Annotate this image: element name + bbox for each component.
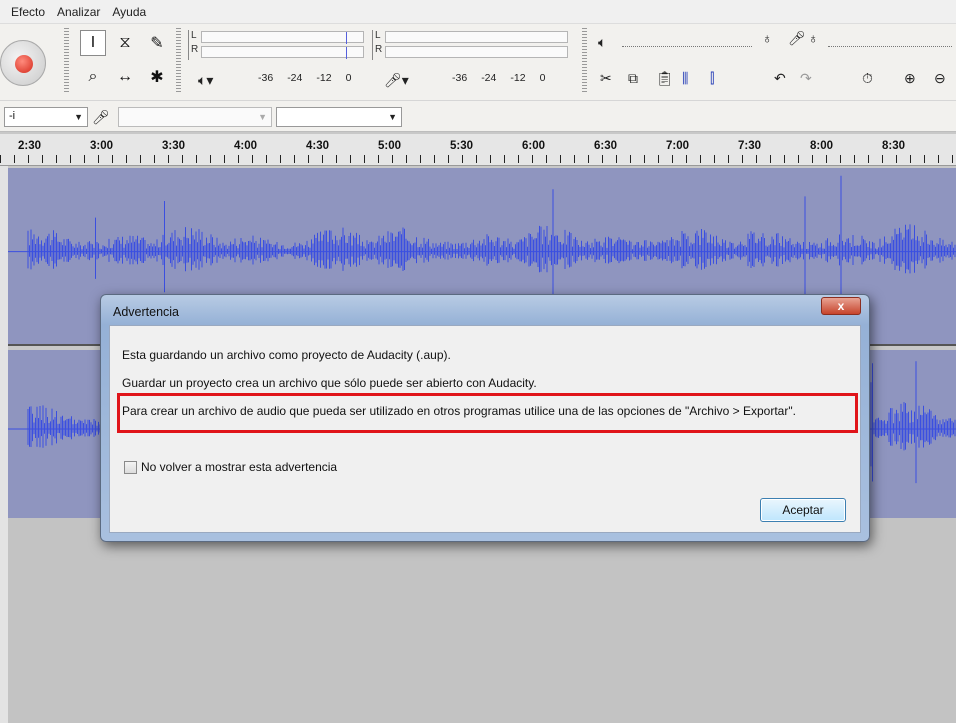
input-volume-icon: ♁: [762, 30, 773, 46]
dont-show-again-label: No volver a mostrar esta advertencia: [141, 460, 338, 474]
timeline-label: 8:30: [882, 140, 906, 152]
undo-icon[interactable]: ↶: [774, 70, 786, 87]
menu-analizar[interactable]: Analizar: [54, 3, 103, 21]
timeline-label: 5:30: [450, 140, 474, 152]
copy-icon[interactable]: ⧉: [628, 70, 638, 87]
meter-left-label: L: [375, 30, 381, 41]
dialog-message-line1: Esta guardando un archivo como proyecto …: [122, 348, 451, 362]
microphone-icon: 🎤︎: [92, 109, 110, 125]
close-button[interactable]: x: [821, 297, 861, 315]
meter-right-label: R: [191, 44, 199, 55]
meter-left-label: L: [191, 30, 197, 41]
paste-icon[interactable]: 📋︎: [656, 70, 674, 87]
meter-bar-left: [201, 31, 364, 44]
chevron-down-icon: ▼: [74, 112, 83, 122]
output-volume-icon: 🔈︎: [598, 34, 607, 50]
meter-bar-right: [201, 46, 364, 59]
host-select-value: -i: [9, 110, 16, 122]
playback-meter[interactable]: L R: [188, 30, 364, 60]
dont-show-again-row[interactable]: No volver a mostrar esta advertencia: [124, 460, 337, 474]
dialog-message-line2: Guardar un proyecto crea un archivo que …: [122, 376, 537, 390]
record-meter-scale: -36 -24 -12 0: [452, 72, 546, 84]
zoom-out-icon[interactable]: ⊖: [934, 70, 946, 87]
timeline-ruler[interactable]: 2:30 3:00 3:30 4:00 4:30 5:00 5:30 6:00 …: [0, 134, 956, 166]
input-device-select[interactable]: ▼: [118, 107, 272, 127]
speed-icon: ♁: [808, 30, 819, 46]
redo-icon[interactable]: ↷: [800, 70, 812, 87]
dialog-message-line3: Para crear un archivo de audio que pueda…: [122, 404, 796, 418]
speaker-icon[interactable]: 🔈︎▾: [198, 72, 213, 89]
toolbar-grip[interactable]: [64, 28, 69, 94]
ok-button[interactable]: Aceptar: [760, 498, 846, 522]
menu-ayuda[interactable]: Ayuda: [109, 3, 149, 21]
timeline-label: 7:00: [666, 140, 690, 152]
dialog-title: Advertencia: [113, 305, 180, 319]
zoom-tool-icon[interactable]: ⌕: [80, 64, 106, 90]
warning-dialog: Advertencia x Esta guardando un archivo …: [100, 294, 870, 542]
menu-efecto[interactable]: Efecto: [8, 3, 48, 21]
channels-select[interactable]: ▼: [276, 107, 402, 127]
meter-bar-right: [385, 46, 568, 58]
multi-tool-icon[interactable]: ✱: [144, 64, 170, 90]
draw-tool-icon[interactable]: ✎: [144, 30, 170, 56]
chevron-down-icon: ▼: [258, 112, 267, 122]
timeline-label: 3:00: [90, 140, 114, 152]
microphone-icon[interactable]: 🎤︎▾: [384, 72, 409, 89]
cut-icon[interactable]: ✂: [600, 70, 612, 87]
waveform-path: [27, 175, 956, 313]
record-button[interactable]: [0, 40, 46, 86]
toolbar-grip[interactable]: [582, 28, 587, 94]
sync-lock-icon[interactable]: ⏱︎: [862, 70, 873, 87]
timeline-label: 2:30: [18, 140, 42, 152]
meter-right-label: R: [375, 44, 383, 55]
microphone-icon: 🎤︎: [788, 30, 806, 46]
playback-meter-scale: -36 -24 -12 0: [258, 72, 352, 84]
timeline-label: 4:30: [306, 140, 330, 152]
timeline-label: 6:00: [522, 140, 546, 152]
toolbar-grip[interactable]: [176, 28, 181, 94]
selection-tool-icon[interactable]: I: [80, 30, 106, 56]
timeline-label: 8:00: [810, 140, 834, 152]
host-select[interactable]: -i ▼: [4, 107, 88, 127]
trim-icon[interactable]: ⫼: [682, 70, 688, 87]
timeline-label: 3:30: [162, 140, 186, 152]
empty-track-area[interactable]: [8, 518, 956, 723]
record-icon: [15, 55, 33, 73]
chevron-down-icon: ▼: [388, 112, 397, 122]
silence-icon[interactable]: ⫿: [710, 70, 714, 87]
timeline-ticks: [0, 155, 956, 163]
track-left-edge: [0, 166, 8, 723]
timeline-label: 6:30: [594, 140, 618, 152]
menu-bar: Efecto Analizar Ayuda: [0, 0, 956, 24]
record-meter[interactable]: L R: [372, 30, 568, 60]
zoom-in-icon[interactable]: ⊕: [904, 70, 916, 87]
toolbar: I ⧖ ✎ ⌕ ↔ ✱ L R 🔈︎▾ -36 -24 -12 0 L R 🎤︎…: [0, 24, 956, 100]
timeline-label: 5:00: [378, 140, 402, 152]
input-volume-slider[interactable]: [828, 46, 952, 47]
timeline-label: 7:30: [738, 140, 762, 152]
dialog-body: Esta guardando un archivo como proyecto …: [109, 325, 861, 533]
timeshift-tool-icon[interactable]: ↔: [112, 64, 138, 90]
envelope-tool-icon[interactable]: ⧖: [112, 30, 138, 56]
device-toolbar: -i ▼ 🎤︎ ▼ ▼: [0, 100, 956, 132]
dont-show-again-checkbox[interactable]: [124, 460, 137, 474]
meter-bar-left: [385, 31, 568, 43]
timeline-label: 4:00: [234, 140, 258, 152]
output-volume-slider[interactable]: [622, 46, 752, 47]
